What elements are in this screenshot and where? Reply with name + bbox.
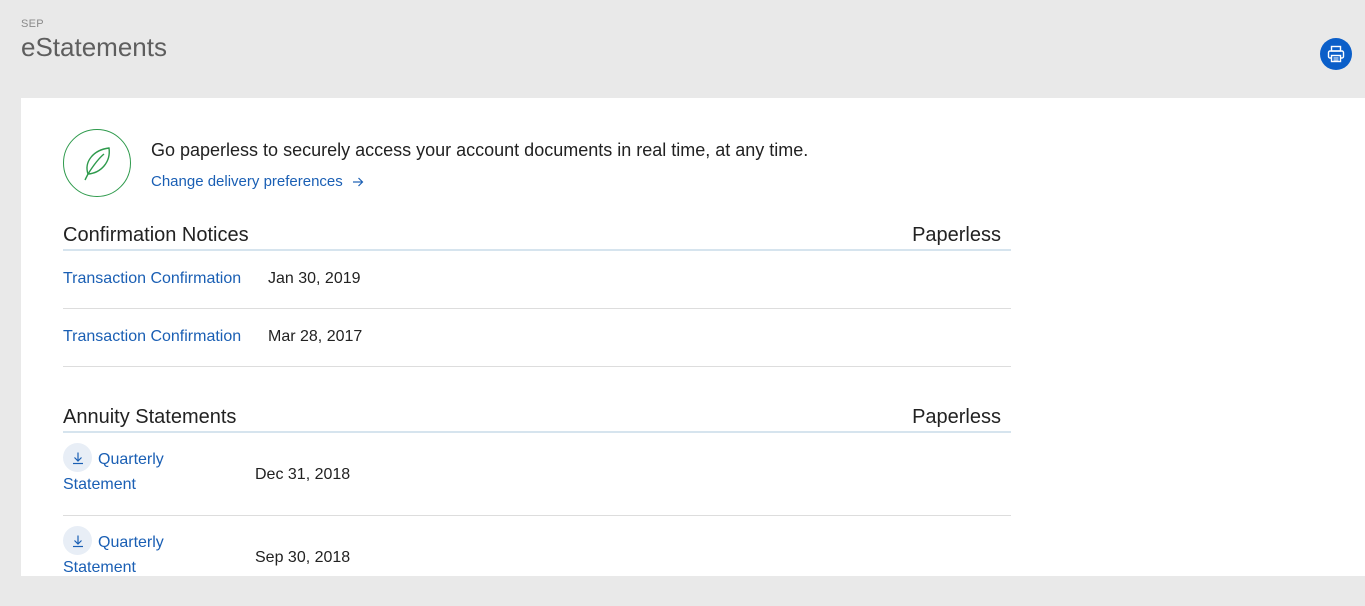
document-date: Mar 28, 2017 bbox=[268, 328, 363, 345]
annuity-statements-title: Annuity Statements bbox=[63, 406, 237, 428]
printer-icon bbox=[1327, 45, 1345, 63]
statements-card: Go paperless to securely access your acc… bbox=[21, 98, 1365, 576]
annuity-statements-paperless-label: Paperless bbox=[912, 406, 1001, 428]
leaf-icon bbox=[84, 147, 110, 181]
table-row: Quarterly Statement Sep 30, 2018 bbox=[63, 516, 1011, 576]
page-header: SEP eStatements bbox=[21, 18, 167, 62]
promo-message: Go paperless to securely access your acc… bbox=[151, 140, 809, 160]
download-icon[interactable] bbox=[63, 443, 92, 473]
table-row: Transaction Confirmation Jan 30, 2019 bbox=[63, 251, 1011, 309]
document-date: Sep 30, 2018 bbox=[255, 549, 351, 566]
download-icon[interactable] bbox=[63, 526, 92, 556]
transaction-confirmation-link[interactable]: Transaction Confirmation bbox=[63, 270, 241, 288]
annuity-statements-section: Annuity Statements Paperless Quarterly S… bbox=[63, 397, 1011, 576]
account-label: SEP bbox=[21, 18, 44, 30]
transaction-confirmation-link[interactable]: Transaction Confirmation bbox=[63, 328, 241, 346]
quarterly-statement-link[interactable]: Quarterly Statement bbox=[63, 443, 213, 497]
table-row: Transaction Confirmation Mar 28, 2017 bbox=[63, 309, 1011, 367]
confirmation-notices-section: Confirmation Notices Paperless Transacti… bbox=[63, 215, 1011, 367]
print-button[interactable] bbox=[1320, 38, 1352, 70]
change-delivery-preferences-label: Change delivery preferences bbox=[151, 173, 343, 190]
annuity-statements-header: Annuity Statements Paperless bbox=[63, 397, 1011, 433]
confirmation-notices-title: Confirmation Notices bbox=[63, 224, 249, 246]
arrow-right-icon bbox=[352, 177, 364, 186]
confirmation-notices-header: Confirmation Notices Paperless bbox=[63, 215, 1011, 251]
confirmation-notices-paperless-label: Paperless bbox=[912, 224, 1001, 246]
quarterly-statement-link[interactable]: Quarterly Statement bbox=[63, 526, 213, 576]
paperless-promo: Go paperless to securely access your acc… bbox=[63, 129, 963, 201]
change-delivery-preferences-link[interactable]: Change delivery preferences bbox=[151, 173, 364, 190]
page-title: eStatements bbox=[21, 32, 167, 62]
leaf-badge bbox=[63, 129, 131, 197]
document-date: Dec 31, 2018 bbox=[255, 466, 351, 483]
table-row: Quarterly Statement Dec 31, 2018 bbox=[63, 433, 1011, 516]
document-date: Jan 30, 2019 bbox=[268, 270, 361, 287]
